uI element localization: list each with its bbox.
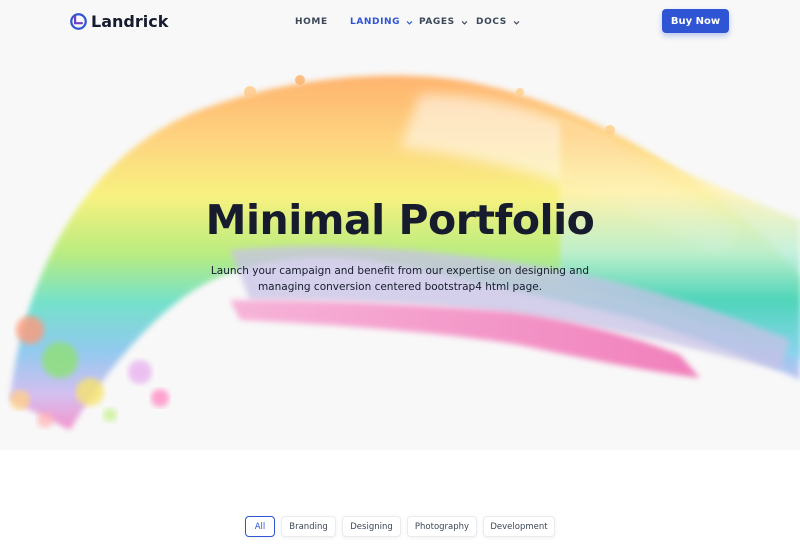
hero-description: Launch your campaign and benefit from ou… [200,263,600,295]
brand-name: Landrick [91,11,169,31]
nav-item-home[interactable]: HOME [295,15,328,29]
nav-item-pages[interactable]: PAGES [419,15,468,29]
hero-description-line: managing conversion centered bootstrap4 … [257,281,543,293]
buy-now-button[interactable]: Buy Now [662,9,729,33]
filter-all-button[interactable]: All [245,516,275,537]
top-navbar: Landrick HOME LANDING PAGES DOCS Buy Now [0,0,800,42]
nav-item-label: LANDING [350,17,401,27]
nav-item-label: PAGES [419,17,455,27]
landrick-logo-icon [70,12,87,30]
portfolio-filter-bar: All Branding Designing Photography Devel… [0,516,800,538]
nav-item-label: DOCS [476,17,507,27]
chevron-down-icon [461,20,468,25]
filter-branding-button[interactable]: Branding [281,516,336,537]
filter-designing-button[interactable]: Designing [342,516,401,537]
nav-item-landing[interactable]: LANDING [350,15,413,29]
nav-item-docs[interactable]: DOCS [476,15,520,29]
filter-development-button[interactable]: Development [483,516,555,537]
hero-description-line: Launch your campaign and benefit from ou… [210,265,590,277]
nav-item-label: HOME [295,17,328,27]
filter-photography-button[interactable]: Photography [407,516,477,537]
hero-title: Minimal Portfolio [205,196,595,244]
brand-logo[interactable]: Landrick [70,10,168,32]
chevron-down-icon [513,20,520,25]
chevron-down-icon [406,20,413,25]
